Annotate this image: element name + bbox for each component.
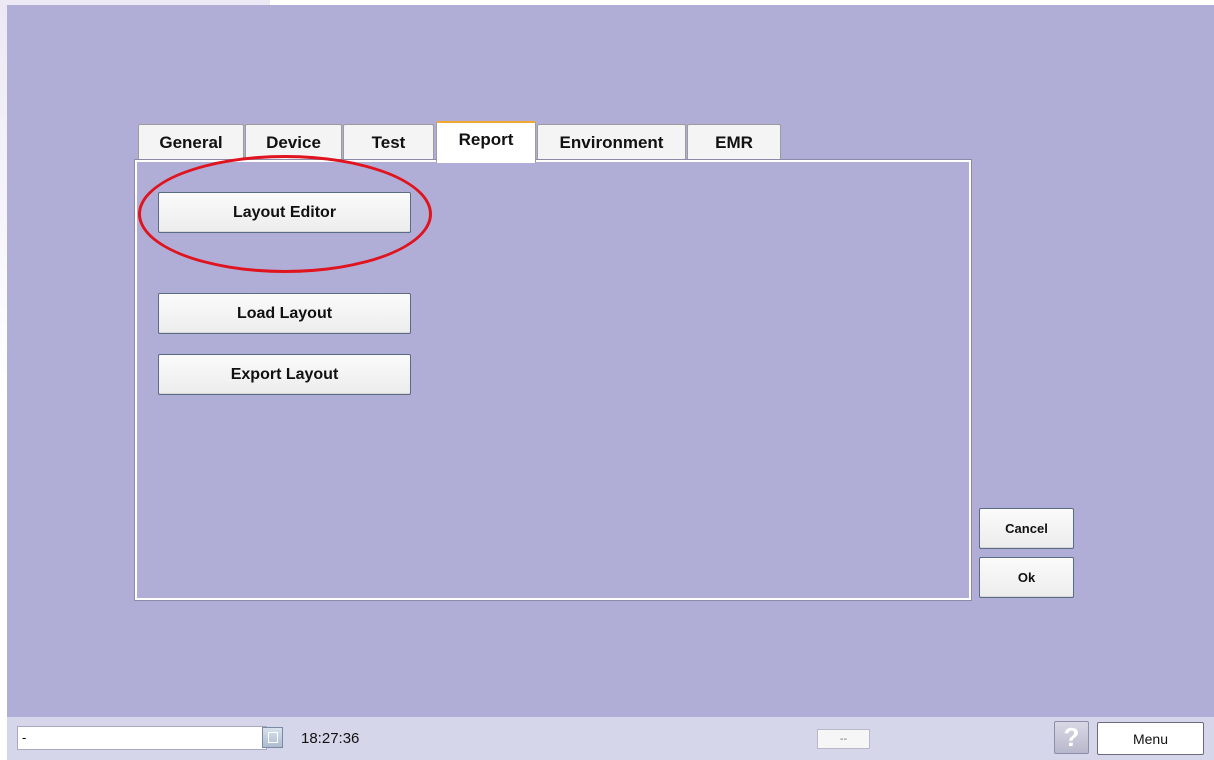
menu-button[interactable]: Menu — [1097, 722, 1204, 755]
tab-report-label: Report — [458, 130, 514, 149]
tab-device[interactable]: Device — [245, 124, 342, 160]
load-layout-button[interactable]: Load Layout — [158, 293, 411, 334]
tab-emr-label: EMR — [715, 132, 753, 152]
layout-editor-button[interactable]: Layout Editor — [158, 192, 411, 233]
tab-test-label: Test — [371, 132, 406, 152]
tab-device-label: Device — [266, 132, 321, 152]
help-icon[interactable]: ? — [1054, 721, 1089, 754]
restore-window-icon[interactable] — [262, 727, 283, 748]
clock: 18:27:36 — [301, 730, 360, 747]
tab-environment[interactable]: Environment — [537, 124, 686, 160]
ok-button[interactable]: Ok — [979, 557, 1074, 598]
tab-emr[interactable]: EMR — [687, 124, 781, 160]
status-bar: - 18:27:36 -- ? Menu — [7, 717, 1214, 760]
export-layout-button[interactable]: Export Layout — [158, 354, 411, 395]
tab-test[interactable]: Test — [343, 124, 434, 160]
tab-environment-label: Environment — [559, 132, 664, 152]
tab-report[interactable]: Report — [436, 121, 536, 163]
cancel-button[interactable]: Cancel — [979, 508, 1074, 549]
status-indicator: -- — [817, 729, 870, 749]
tab-general-label: General — [159, 132, 223, 152]
tab-general[interactable]: General — [138, 124, 244, 160]
status-field: - — [17, 726, 267, 750]
